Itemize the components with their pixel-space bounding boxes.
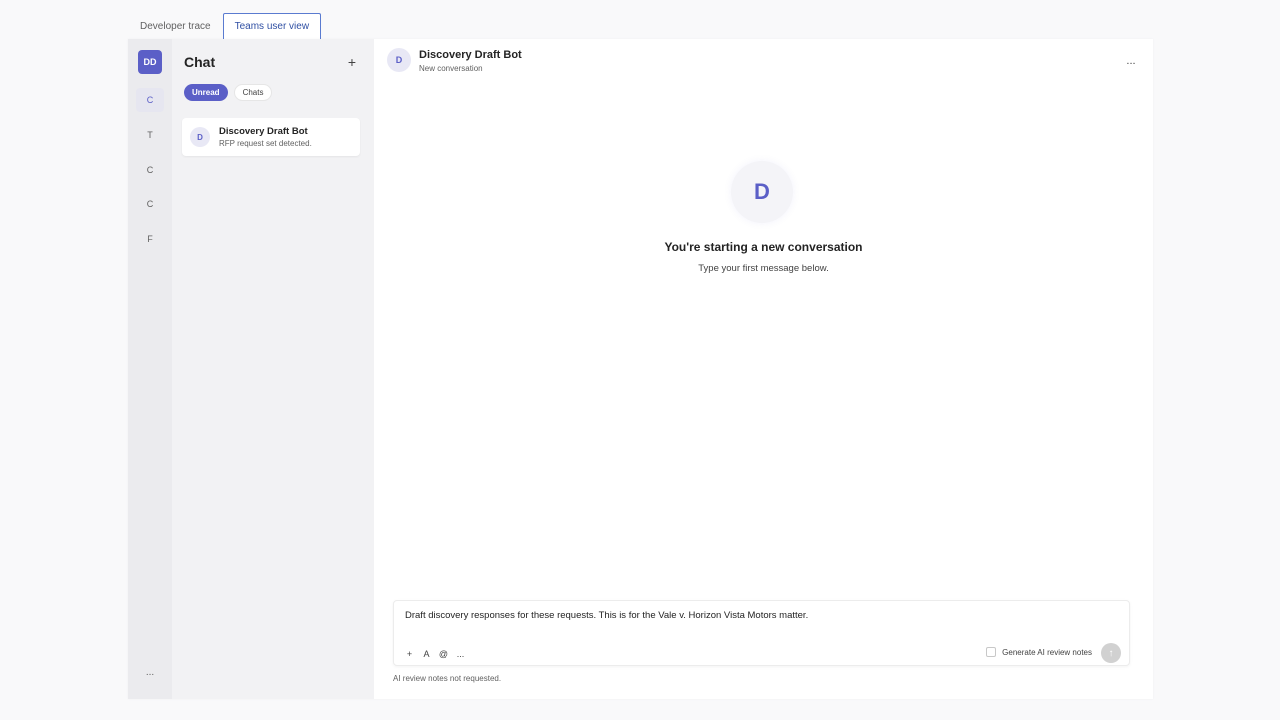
chat-list-pane: Chat + Unread Chats D Discovery Draft Bo…	[172, 39, 374, 699]
composer-toolbar: + A @ ...	[404, 647, 466, 661]
chat-filters: Unread Chats	[184, 84, 273, 101]
chat-item-preview: RFP request set detected.	[219, 139, 312, 148]
empty-state-title: You're starting a new conversation	[664, 240, 863, 254]
ai-review-label: Generate AI review notes	[1002, 647, 1092, 657]
rail-more-icon[interactable]: ...	[136, 667, 164, 683]
conversation-avatar: D	[387, 48, 411, 72]
empty-state-avatar: D	[731, 161, 793, 223]
tab-developer-trace[interactable]: Developer trace	[128, 13, 223, 39]
chat-item-name: Discovery Draft Bot	[219, 126, 308, 137]
filter-chats[interactable]: Chats	[233, 84, 273, 101]
conversation-title: Discovery Draft Bot	[419, 49, 522, 61]
user-avatar[interactable]: DD	[138, 50, 162, 74]
conversation-pane: D Discovery Draft Bot New conversation .…	[374, 39, 1153, 699]
chat-list-item[interactable]: D Discovery Draft Bot RFP request set de…	[182, 118, 360, 156]
app-rail: DD C T C C F ...	[128, 39, 172, 699]
format-text-icon[interactable]: A	[421, 647, 432, 661]
ai-review-toggle[interactable]: Generate AI review notes	[986, 647, 1092, 657]
rail-item-4[interactable]: C	[136, 192, 164, 216]
rail-item-1[interactable]: C	[136, 88, 164, 112]
composer-status-text: AI review notes not requested.	[393, 674, 502, 683]
ai-review-checkbox[interactable]	[986, 647, 997, 657]
filter-unread[interactable]: Unread	[184, 84, 228, 101]
empty-state-subtitle: Type your first message below.	[698, 263, 829, 274]
tab-teams-user-view[interactable]: Teams user view	[222, 13, 322, 39]
send-arrow-icon[interactable]: ↑	[1101, 643, 1121, 663]
chat-item-avatar: D	[190, 127, 210, 147]
attach-plus-icon[interactable]: +	[404, 647, 415, 661]
view-tabs: Developer trace Teams user view	[128, 13, 322, 39]
more-options-icon[interactable]: ...	[455, 647, 466, 661]
mention-icon[interactable]: @	[438, 647, 449, 661]
conversation-header: D Discovery Draft Bot New conversation .…	[374, 39, 1153, 85]
message-composer: Draft discovery responses for these requ…	[393, 600, 1130, 666]
rail-item-5[interactable]: F	[136, 227, 164, 251]
rail-item-2[interactable]: T	[136, 123, 164, 147]
message-input[interactable]: Draft discovery responses for these requ…	[405, 610, 1118, 621]
teams-app-frame: DD C T C C F ... Chat + Unread Chats D D…	[128, 39, 1153, 699]
rail-item-3[interactable]: C	[136, 158, 164, 182]
plus-icon[interactable]: +	[344, 54, 360, 70]
conversation-subtitle: New conversation	[419, 64, 483, 73]
more-horizontal-icon[interactable]: ...	[1123, 56, 1139, 70]
chat-list-title: Chat	[184, 54, 216, 70]
